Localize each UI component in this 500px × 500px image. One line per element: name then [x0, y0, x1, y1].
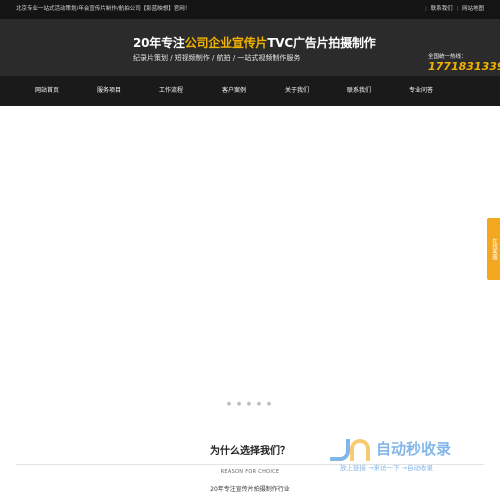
title-highlight: 公司企业宣传片	[184, 36, 268, 50]
main-nav: 网站首页 服务项目 工作流程 客户案例 关于我们 联系我们 专业问答	[0, 76, 500, 106]
site-subtitle: 纪录片策划 / 短视频制作 / 航拍 / 一站式视频制作服务	[133, 54, 301, 62]
watermark: 自动秒收录 放上链接 →来访一下 →自动收录	[330, 437, 490, 477]
watermark-brand: 自动秒收录	[376, 440, 452, 458]
site-header: 20年专注公司企业宣传片TVC广告片拍摄制作 纪录片策划 / 短视频制作 / 航…	[0, 19, 500, 76]
nav-item-faq[interactable]: 专业问答	[386, 76, 456, 106]
carousel-dots[interactable]: ● ● ● ● ●	[0, 401, 500, 407]
title-suffix: TVC广告片拍摄制作	[267, 36, 376, 50]
site-title[interactable]: 20年专注公司企业宣传片TVC广告片拍摄制作	[133, 34, 376, 51]
divider: |	[456, 6, 459, 12]
watermark-tagline: 放上链接 →来访一下 →自动收录	[340, 464, 434, 472]
top-bar: 北京专业一站式活动策划/年会宣传片制作/航拍公司【影蓝映想】官网！ | 联系我们…	[0, 0, 500, 19]
nav-item-services[interactable]: 服务项目	[74, 76, 144, 106]
banner-carousel[interactable]	[0, 106, 500, 417]
top-bar-intro: 北京专业一站式活动策划/年会宣传片制作/航拍公司【影蓝映想】官网！	[16, 6, 191, 12]
nav-item-about[interactable]: 关于我们	[262, 76, 332, 106]
top-bar-links: | 联系我们 | 网站地图	[423, 0, 484, 19]
site-map-link[interactable]: 网站地图	[462, 6, 484, 12]
nav-item-workflow[interactable]: 工作流程	[136, 76, 206, 106]
contact-us-link[interactable]: 联系我们	[431, 6, 453, 12]
hotline-label: 全国统一热线：	[428, 54, 467, 60]
online-service-tab[interactable]: 在线客服	[487, 218, 500, 280]
nav-item-contact[interactable]: 联系我们	[324, 76, 394, 106]
nav-item-cases[interactable]: 客户案例	[199, 76, 269, 106]
nav-item-home[interactable]: 网站首页	[12, 76, 82, 106]
title-prefix: 20年专注	[133, 36, 185, 50]
watermark-logo-icon	[330, 439, 374, 463]
section-tagline: 20年专注宣传片拍摄制作行业	[210, 486, 290, 493]
divider: |	[425, 6, 427, 12]
hotline-number[interactable]: 17718313390	[428, 60, 500, 73]
